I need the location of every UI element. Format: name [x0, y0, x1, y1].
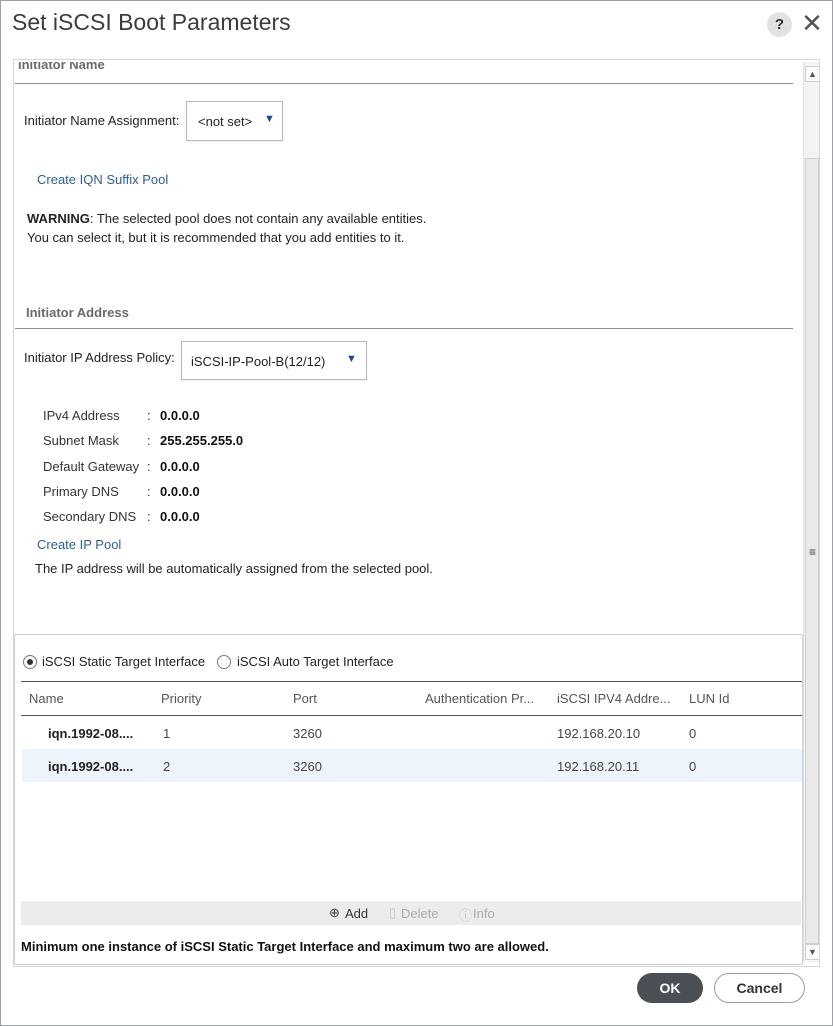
section-divider	[15, 83, 793, 84]
initiator-address-header: Initiator Address	[26, 305, 129, 320]
colon: :	[147, 484, 151, 499]
colon: :	[147, 509, 151, 524]
cell-name: iqn.1992-08....	[48, 759, 134, 774]
table-row[interactable]: iqn.1992-08.... 2 3260 192.168.20.11 0	[22, 749, 802, 782]
column-header-priority[interactable]: Priority	[161, 691, 201, 706]
auto-target-label[interactable]: iSCSI Auto Target Interface	[237, 654, 394, 669]
auto-target-radio[interactable]	[217, 655, 231, 669]
cell-ip: 192.168.20.11	[557, 759, 640, 774]
table-toolbar: ⊕ Add ▯ Delete ⓘ Info	[21, 901, 801, 925]
initiator-name-assignment-label: Initiator Name Assignment:	[24, 113, 180, 128]
vertical-scrollbar[interactable]: ▲ ≡ ▼	[803, 62, 819, 962]
content-panel: Initiator Name Initiator Name Assignment…	[13, 59, 820, 967]
secondary-dns-value: 0.0.0.0	[160, 509, 200, 524]
chevron-down-icon: ▼	[346, 353, 357, 365]
add-icon[interactable]: ⊕	[329, 905, 340, 921]
secondary-dns-label: Secondary DNS	[43, 509, 137, 524]
table-row[interactable]: iqn.1992-08.... 1 3260 192.168.20.10 0	[22, 716, 802, 749]
primary-dns-label: Primary DNS	[43, 484, 119, 499]
dialog: Set iSCSI Boot Parameters ? ✕ Initiator …	[0, 0, 833, 1026]
select-value: iSCSI-IP-Pool-B(12/12)	[191, 354, 326, 369]
initiator-name-assignment-select[interactable]: <not set> ▼	[186, 101, 283, 141]
grip-icon: ≡	[809, 545, 817, 559]
colon: :	[147, 408, 151, 423]
default-gateway-label: Default Gateway	[43, 459, 140, 474]
column-header-authentication[interactable]: Authentication Pr...	[425, 691, 534, 706]
warning-line-1: : The selected pool does not contain any…	[89, 211, 427, 226]
column-header-port[interactable]: Port	[293, 691, 317, 706]
table-top-border	[21, 681, 802, 682]
colon: :	[147, 459, 151, 474]
cell-priority: 2	[163, 759, 171, 774]
chevron-down-icon: ▼	[264, 113, 275, 125]
info-icon: ⓘ	[459, 908, 473, 923]
subnet-mask-label: Subnet Mask	[43, 433, 119, 448]
create-iqn-suffix-pool-link[interactable]: Create IQN Suffix Pool	[37, 172, 168, 187]
ok-button[interactable]: OK	[637, 973, 703, 1003]
cell-port: 3260	[293, 726, 322, 741]
scroll-down-arrow-icon[interactable]: ▼	[805, 944, 819, 960]
delete-button[interactable]: Delete	[401, 906, 439, 921]
column-header-ipv4-address[interactable]: iSCSI IPV4 Addre...	[557, 691, 670, 706]
column-header-name[interactable]: Name	[29, 691, 64, 706]
warning-label: WARNING	[27, 211, 90, 226]
trash-icon: ▯	[389, 905, 397, 920]
ipv4-address-value: 0.0.0.0	[160, 408, 200, 423]
cell-port: 3260	[293, 759, 322, 774]
colon: :	[147, 433, 151, 448]
target-interface-footnote: Minimum one instance of iSCSI Static Tar…	[21, 939, 549, 954]
default-gateway-value: 0.0.0.0	[160, 459, 200, 474]
cell-ip: 192.168.20.10	[557, 726, 641, 741]
subnet-mask-value: 255.255.255.0	[160, 433, 244, 448]
static-target-label[interactable]: iSCSI Static Target Interface	[42, 654, 205, 669]
section-divider	[15, 328, 793, 329]
target-interface-panel: iSCSI Static Target Interface iSCSI Auto…	[14, 634, 803, 965]
cell-lun: 0	[689, 726, 697, 741]
initiator-name-header: Initiator Name	[18, 62, 105, 72]
cancel-button[interactable]: Cancel	[714, 973, 805, 1003]
dialog-title: Set iSCSI Boot Parameters	[12, 9, 291, 35]
auto-assign-note: The IP address will be automatically ass…	[35, 561, 433, 576]
close-icon[interactable]: ✕	[799, 10, 825, 36]
warning-line-2: You can select it, but it is recommended…	[27, 230, 405, 245]
static-target-radio[interactable]	[23, 655, 37, 669]
select-value: <not set>	[198, 114, 253, 129]
ipv4-address-label: IPv4 Address	[43, 408, 120, 423]
scrollbar-thumb[interactable]: ≡	[805, 158, 819, 944]
primary-dns-value: 0.0.0.0	[160, 484, 200, 499]
help-icon[interactable]: ?	[767, 12, 792, 37]
cell-name: iqn.1992-08....	[48, 726, 134, 741]
initiator-ip-policy-select[interactable]: iSCSI-IP-Pool-B(12/12) ▼	[181, 341, 367, 380]
info-button[interactable]: Info	[473, 906, 495, 921]
initiator-ip-policy-label: Initiator IP Address Policy:	[24, 350, 175, 365]
add-button[interactable]: Add	[345, 906, 368, 921]
column-header-lun-id[interactable]: LUN Id	[689, 691, 729, 706]
scroll-up-arrow-icon[interactable]: ▲	[805, 66, 819, 82]
cell-lun: 0	[689, 759, 697, 774]
create-ip-pool-link[interactable]: Create IP Pool	[37, 537, 121, 552]
cell-priority: 1	[163, 726, 171, 741]
warning-message: WARNING: The selected pool does not cont…	[27, 209, 426, 247]
